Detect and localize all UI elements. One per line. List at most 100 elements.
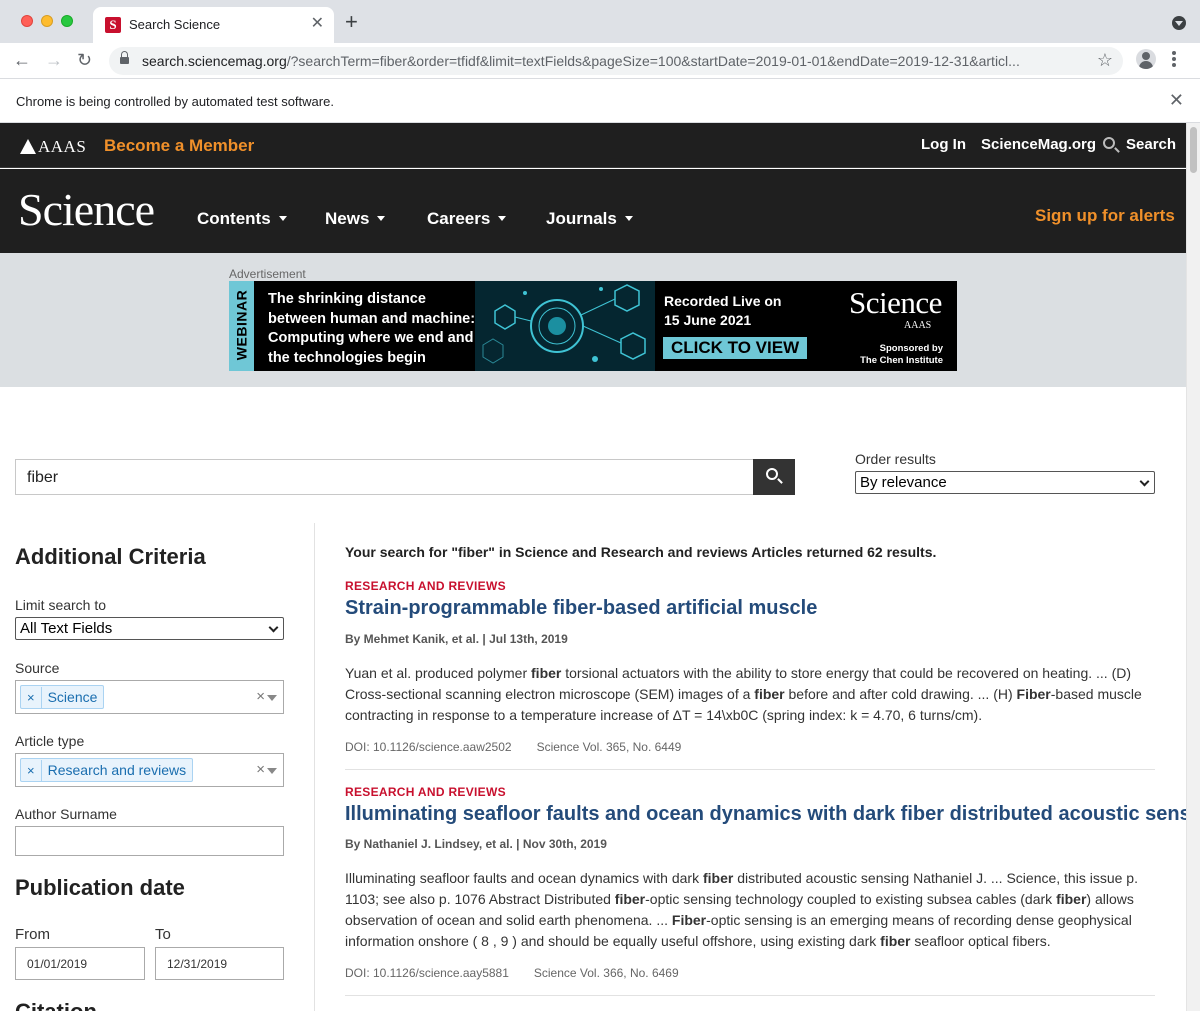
result-doi: DOI: 10.1126/science.aay5881 bbox=[345, 966, 509, 980]
browser-tab[interactable]: S Search Science ✕ bbox=[93, 7, 334, 43]
login-link[interactable]: Log In bbox=[921, 136, 966, 153]
ad-art-graphic bbox=[475, 281, 655, 371]
site-top-bar: AAAS Become a Member Log In ScienceMag.o… bbox=[0, 123, 1186, 168]
reload-icon[interactable]: ↻ bbox=[77, 49, 92, 71]
result-title-link[interactable]: Illuminating seafloor faults and ocean d… bbox=[345, 803, 1186, 826]
search-submit-button[interactable] bbox=[753, 459, 795, 495]
forward-arrow-icon[interactable]: → bbox=[45, 49, 63, 71]
column-divider bbox=[314, 523, 315, 1011]
site-nav-bar: Science Contents News Careers Journals S… bbox=[0, 169, 1186, 253]
limit-search-select[interactable]: All Text Fields bbox=[15, 617, 284, 640]
nav-contents[interactable]: Contents bbox=[197, 209, 287, 229]
to-date-value: 12/31/2019 bbox=[167, 957, 228, 971]
aaas-mark-icon bbox=[20, 139, 36, 154]
ad-recorded-line2: 15 June 2021 bbox=[664, 312, 752, 328]
url-path: /?searchTerm=fiber&order=tfidf&limit=tex… bbox=[286, 53, 1020, 69]
search-icon[interactable] bbox=[1103, 137, 1115, 149]
page-content: AAAS Become a Member Log In ScienceMag.o… bbox=[0, 123, 1186, 1011]
result-kicker: RESEARCH AND REVIEWS bbox=[345, 579, 506, 593]
browser-tab-strip: S Search Science ✕ + bbox=[0, 0, 1200, 43]
browser-menu-icon[interactable] bbox=[1172, 51, 1176, 69]
window-minimize-button[interactable] bbox=[41, 15, 53, 27]
result-snippet: Illuminating seafloor faults and ocean d… bbox=[345, 870, 1138, 949]
address-bar[interactable]: search.sciencemag.org/?searchTerm=fiber&… bbox=[109, 47, 1123, 75]
from-date-value: 01/01/2019 bbox=[27, 957, 88, 971]
aaas-logo[interactable]: AAAS bbox=[20, 137, 86, 157]
article-type-label: Article type bbox=[15, 733, 85, 749]
webinar-ad-banner[interactable]: WEBINAR The shrinking distance between h… bbox=[229, 281, 957, 371]
new-tab-button[interactable]: + bbox=[345, 11, 358, 33]
automation-infobar: Chrome is being controlled by automated … bbox=[0, 80, 1200, 123]
sciencemag-link[interactable]: ScienceMag.org bbox=[981, 136, 1096, 153]
aaas-logo-text: AAAS bbox=[38, 137, 87, 156]
ad-sponsor-line1: Sponsored by bbox=[879, 343, 943, 354]
order-results-select[interactable]: By relevance bbox=[855, 471, 1155, 494]
become-member-link[interactable]: Become a Member bbox=[104, 136, 254, 156]
nav-journals-label: Journals bbox=[546, 209, 617, 228]
nav-news[interactable]: News bbox=[325, 209, 386, 229]
ad-aaas-logo: AAAS bbox=[904, 320, 932, 331]
ad-science-logo: Science bbox=[849, 285, 942, 320]
scrollbar-thumb[interactable] bbox=[1190, 127, 1197, 173]
tab-close-icon[interactable]: ✕ bbox=[311, 16, 324, 32]
bookmark-star-icon[interactable]: ☆ bbox=[1097, 50, 1113, 71]
dropdown-caret-icon[interactable] bbox=[267, 768, 277, 774]
infobar-close-icon[interactable]: ✕ bbox=[1169, 91, 1184, 109]
result-byline: By Mehmet Kanik, et al. | Jul 13th, 2019 bbox=[345, 632, 568, 646]
chip-remove-icon[interactable]: × bbox=[21, 687, 42, 709]
order-results-value: By relevance bbox=[860, 474, 947, 491]
result-kicker: RESEARCH AND REVIEWS bbox=[345, 785, 506, 799]
result-title-link[interactable]: Strain-programmable fiber-based artifici… bbox=[345, 597, 817, 620]
window-zoom-button[interactable] bbox=[61, 15, 73, 27]
source-chip: × Science bbox=[20, 685, 105, 709]
to-label: To bbox=[155, 926, 171, 943]
article-type-chip-label: Research and reviews bbox=[47, 762, 187, 778]
from-date-input[interactable]: 01/01/2019 bbox=[15, 947, 145, 980]
from-label: From bbox=[15, 926, 50, 943]
chevron-down-icon bbox=[498, 216, 507, 221]
search-input[interactable]: fiber bbox=[15, 459, 754, 495]
article-type-chip: × Research and reviews bbox=[20, 758, 194, 782]
dropdown-caret-icon[interactable] bbox=[267, 695, 277, 701]
source-field[interactable]: × Science × bbox=[15, 680, 284, 714]
chevron-down-icon bbox=[377, 216, 386, 221]
back-arrow-icon[interactable]: ← bbox=[13, 49, 31, 71]
ad-sponsor-text: Sponsored by The Chen Institute bbox=[847, 343, 943, 367]
ad-cta-button[interactable]: CLICK TO VIEW bbox=[663, 337, 808, 359]
search-link[interactable]: Search bbox=[1126, 136, 1176, 153]
to-date-input[interactable]: 12/31/2019 bbox=[155, 947, 284, 980]
lock-icon[interactable] bbox=[120, 51, 129, 65]
author-surname-input[interactable] bbox=[15, 826, 284, 856]
nav-careers[interactable]: Careers bbox=[427, 209, 507, 229]
science-favicon-icon: S bbox=[105, 17, 121, 33]
result-snippet: Yuan et al. produced polymer fiber torsi… bbox=[345, 665, 1142, 723]
article-type-field[interactable]: × Research and reviews × bbox=[15, 753, 284, 787]
profile-avatar-icon[interactable] bbox=[1136, 49, 1156, 69]
chevron-down-icon bbox=[268, 622, 279, 633]
author-surname-label: Author Surname bbox=[15, 806, 117, 822]
url-host: search.sciencemag.org bbox=[142, 53, 287, 69]
clear-icon[interactable]: × bbox=[256, 688, 265, 705]
order-results-label: Order results bbox=[855, 451, 936, 467]
search-query-text: fiber bbox=[27, 469, 59, 486]
result-meta: DOI: 10.1126/science.aay5881 Science Vol.… bbox=[345, 966, 679, 980]
nav-journals[interactable]: Journals bbox=[546, 209, 633, 229]
limit-search-label: Limit search to bbox=[15, 597, 107, 613]
limit-search-value: All Text Fields bbox=[20, 620, 113, 637]
url-text[interactable]: search.sciencemag.org/?searchTerm=fiber&… bbox=[142, 53, 1082, 69]
result-separator bbox=[345, 995, 1155, 996]
science-logo[interactable]: Science bbox=[18, 185, 155, 235]
clear-icon[interactable]: × bbox=[256, 761, 265, 778]
tab-search-icon[interactable] bbox=[1172, 16, 1186, 30]
chevron-down-icon bbox=[278, 216, 287, 221]
chevron-down-icon bbox=[624, 216, 633, 221]
window-close-button[interactable] bbox=[21, 15, 33, 27]
ad-recorded-text: Recorded Live on 15 June 2021 bbox=[664, 292, 781, 330]
result-byline: By Nathaniel J. Lindsey, et al. | Nov 30… bbox=[345, 837, 607, 851]
page-scrollbar[interactable] bbox=[1186, 123, 1200, 1011]
chip-remove-icon[interactable]: × bbox=[21, 760, 42, 782]
signup-alerts-link[interactable]: Sign up for alerts bbox=[1035, 206, 1175, 226]
additional-criteria-heading: Additional Criteria bbox=[15, 544, 206, 569]
result-meta: DOI: 10.1126/science.aaw2502 Science Vol.… bbox=[345, 740, 681, 754]
browser-toolbar: ← → ↻ search.sciencemag.org/?searchTerm=… bbox=[0, 43, 1200, 79]
